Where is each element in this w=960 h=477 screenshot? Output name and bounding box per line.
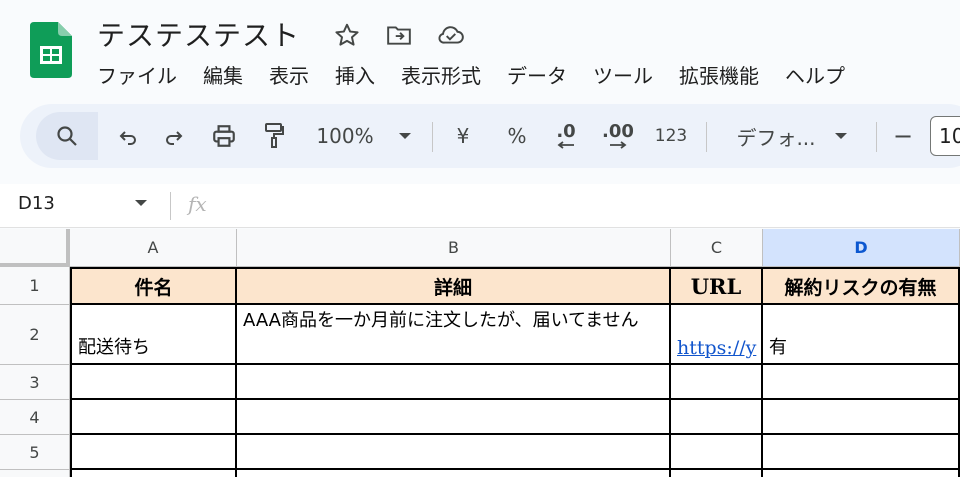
print-button[interactable] <box>204 104 244 168</box>
menu-data[interactable]: データ <box>507 60 567 89</box>
chevron-down-icon <box>398 133 411 139</box>
toolbar-divider <box>876 122 877 152</box>
sheet-grid: A B C D 1 2 3 4 5 件名 詳細 URL 解約リスクの有無 配送待… <box>0 229 960 477</box>
font-family-select[interactable]: デフォ... <box>722 104 862 168</box>
row-header-1[interactable]: 1 <box>0 267 70 305</box>
cell-a4[interactable] <box>70 400 237 435</box>
cell-d3[interactable] <box>763 365 960 400</box>
name-box[interactable]: D13 <box>18 193 55 214</box>
toolbar-divider <box>432 122 433 152</box>
cell-c6[interactable] <box>671 470 763 477</box>
cell-a2-text: 配送待ち <box>78 337 150 358</box>
undo-button[interactable] <box>108 104 148 168</box>
menu-file[interactable]: ファイル <box>97 60 177 89</box>
cell-a5[interactable] <box>70 435 237 470</box>
cell-a2[interactable]: 配送待ち <box>70 305 237 365</box>
redo-button[interactable] <box>154 104 194 168</box>
undo-icon <box>119 131 136 145</box>
menu-edit[interactable]: 編集 <box>203 60 243 89</box>
paint-format-icon <box>265 123 284 148</box>
cell-c2[interactable]: https://y <box>671 305 763 365</box>
formula-bar: D13 fx <box>0 184 960 228</box>
search-menus-button[interactable] <box>36 112 98 160</box>
currency-format-button[interactable]: ¥ <box>448 104 478 168</box>
column-header-c[interactable]: C <box>671 229 763 267</box>
row-header-2[interactable]: 2 <box>0 305 70 365</box>
decrease-decimal-button[interactable]: .0 <box>548 104 584 168</box>
zoom-value: 100% <box>316 124 374 148</box>
document-title[interactable]: テステステスト <box>97 14 300 54</box>
cell-c1[interactable]: URL <box>671 267 763 305</box>
url-link[interactable]: https://y <box>677 337 756 359</box>
star-icon[interactable] <box>332 20 362 50</box>
cell-d6[interactable] <box>763 470 960 477</box>
menu-insert[interactable]: 挿入 <box>335 60 375 89</box>
row-header-6[interactable] <box>0 470 70 477</box>
column-header-b[interactable]: B <box>237 229 671 267</box>
cell-a6[interactable] <box>70 470 237 477</box>
formula-input[interactable] <box>230 192 950 220</box>
redo-icon <box>166 131 183 145</box>
cell-b2-text: AAA商品を一か月前に注文したが、届いてません <box>243 310 639 331</box>
move-folder-icon[interactable] <box>384 20 414 50</box>
menu-tools[interactable]: ツール <box>593 60 653 89</box>
app-header: テステステスト ファイル 編集 表示 挿入 表示形式 データ ツール 拡張機能 … <box>0 0 960 104</box>
row-header-4[interactable]: 4 <box>0 400 70 435</box>
cell-a3[interactable] <box>70 365 237 400</box>
arrow-left-icon <box>557 141 574 149</box>
chevron-down-icon[interactable] <box>134 198 148 208</box>
toolbar: 100% ¥ % .0 .00 123 デフォ... − 10 <box>20 104 960 168</box>
select-all-corner[interactable] <box>0 229 70 267</box>
zoom-select[interactable]: 100% <box>310 104 418 168</box>
decrease-font-size-button[interactable]: − <box>886 104 920 168</box>
cell-b4[interactable] <box>237 400 671 435</box>
menu-format[interactable]: 表示形式 <box>401 60 481 89</box>
sheets-logo-icon[interactable] <box>30 22 72 78</box>
cell-d4[interactable] <box>763 400 960 435</box>
cell-b1[interactable]: 詳細 <box>237 267 671 305</box>
row-header-5[interactable]: 5 <box>0 435 70 470</box>
column-header-a[interactable]: A <box>70 229 237 267</box>
percent-format-button[interactable]: % <box>502 104 532 168</box>
cell-d2[interactable]: 有 <box>763 305 960 365</box>
menu-view[interactable]: 表示 <box>269 60 309 89</box>
menu-bar: ファイル 編集 表示 挿入 表示形式 データ ツール 拡張機能 ヘルプ <box>97 60 871 89</box>
toolbar-divider <box>706 122 707 152</box>
arrow-right-icon <box>610 141 627 149</box>
cell-c3[interactable] <box>671 365 763 400</box>
row-header-3[interactable]: 3 <box>0 365 70 400</box>
paint-format-button[interactable] <box>254 104 294 168</box>
menu-extensions[interactable]: 拡張機能 <box>679 60 759 89</box>
font-size-input[interactable]: 10 <box>930 116 960 156</box>
fx-icon: fx <box>188 192 207 216</box>
cell-b5[interactable] <box>237 435 671 470</box>
menu-help[interactable]: ヘルプ <box>785 60 845 89</box>
cell-b3[interactable] <box>237 365 671 400</box>
font-family-value: デフォ... <box>736 125 816 150</box>
cell-b6[interactable] <box>237 470 671 477</box>
chevron-down-icon <box>834 133 847 139</box>
print-icon <box>213 125 235 147</box>
cell-a1[interactable]: 件名 <box>70 267 237 305</box>
cell-d1[interactable]: 解約リスクの有無 <box>763 267 960 305</box>
cell-c4[interactable] <box>671 400 763 435</box>
cell-c5[interactable] <box>671 435 763 470</box>
search-icon <box>57 126 77 146</box>
cell-d2-text: 有 <box>769 337 787 358</box>
cell-d5[interactable] <box>763 435 960 470</box>
more-formats-button[interactable]: 123 <box>648 104 694 168</box>
increase-decimal-button[interactable]: .00 <box>598 104 638 168</box>
cell-b2[interactable]: AAA商品を一か月前に注文したが、届いてません <box>237 305 671 365</box>
cloud-saved-icon[interactable] <box>436 20 466 50</box>
column-header-d[interactable]: D <box>763 229 960 267</box>
formula-divider <box>170 192 171 220</box>
